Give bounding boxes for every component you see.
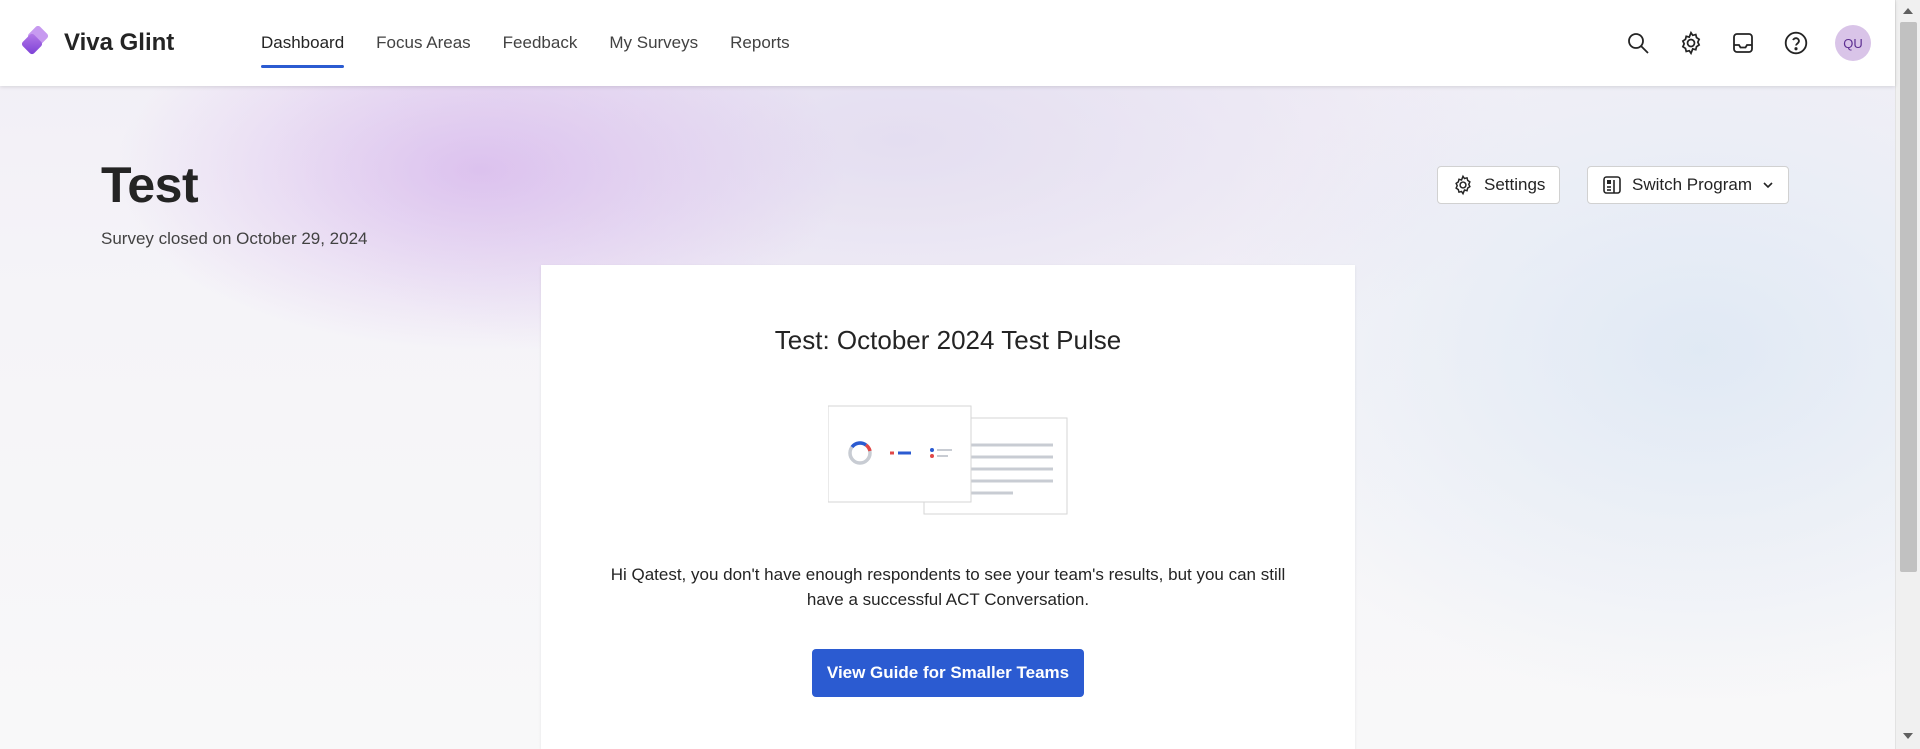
chevron-down-icon	[1762, 179, 1774, 191]
inbox-icon[interactable]	[1727, 27, 1759, 59]
nav-focus-areas[interactable]: Focus Areas	[376, 0, 471, 86]
scroll-down-arrow-icon[interactable]	[1903, 733, 1913, 739]
survey-title: Test: October 2024 Test Pulse	[774, 325, 1122, 355]
help-icon[interactable]	[1780, 27, 1812, 59]
viva-glint-logo-icon[interactable]	[20, 25, 52, 58]
settings-button[interactable]: Settings	[1437, 166, 1561, 204]
program-icon	[1602, 175, 1622, 195]
settings-button-label: Settings	[1484, 175, 1546, 194]
scrollbar-thumb[interactable]	[1900, 22, 1917, 572]
insufficient-respondents-message: Hi Qatest, you don't have enough respond…	[610, 565, 1286, 609]
main-nav: Dashboard Focus Areas Feedback My Survey…	[261, 0, 822, 86]
nav-my-surveys[interactable]: My Surveys	[609, 0, 698, 86]
report-illustration	[827, 405, 1070, 525]
gear-icon[interactable]	[1675, 27, 1707, 59]
search-icon[interactable]	[1622, 27, 1654, 59]
survey-result-card: Test: October 2024 Test Pulse Hi Qatest,…	[541, 265, 1355, 749]
page-title: Test	[101, 157, 199, 213]
vertical-scrollbar[interactable]	[1895, 0, 1920, 749]
switch-program-label: Switch Program	[1632, 175, 1752, 194]
gear-icon	[1452, 174, 1474, 196]
view-guide-button[interactable]: View Guide for Smaller Teams	[812, 649, 1084, 697]
survey-status-text: Survey closed on October 29, 2024	[101, 229, 368, 248]
scroll-up-arrow-icon[interactable]	[1903, 8, 1913, 14]
nav-feedback[interactable]: Feedback	[503, 0, 578, 86]
user-avatar[interactable]: QU	[1835, 25, 1871, 61]
nav-dashboard[interactable]: Dashboard	[261, 0, 345, 86]
top-navigation-bar: Viva Glint Dashboard Focus Areas Feedbac…	[0, 0, 1895, 86]
app-name: Viva Glint	[64, 29, 175, 56]
switch-program-button[interactable]: Switch Program	[1587, 166, 1789, 204]
nav-reports[interactable]: Reports	[730, 0, 790, 86]
